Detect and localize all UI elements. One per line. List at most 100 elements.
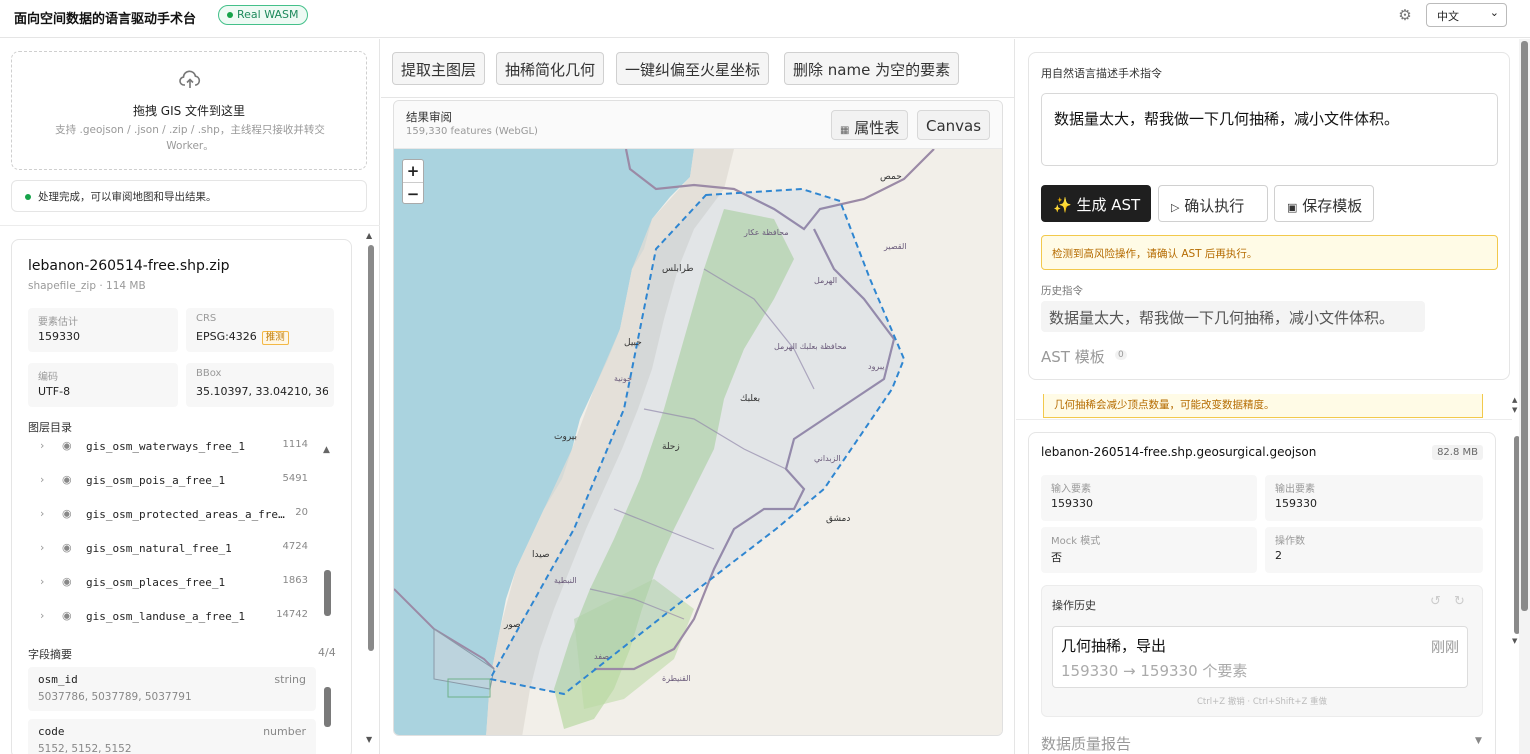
field-summary-item: osm_id string 5037786, 5037789, 5037791 [28, 667, 316, 711]
chevron-down-icon: ⌄ [1489, 6, 1499, 19]
redo-icon[interactable]: ↻ [1454, 594, 1465, 609]
table-icon: ▦ [840, 125, 850, 136]
eye-icon[interactable]: ◉ [62, 609, 72, 622]
chevron-down-icon[interactable]: ▼ [1475, 736, 1482, 746]
map-place-label: النبطية [554, 576, 577, 585]
top-bar: 面向空间数据的语言驱动手术台 Real WASM ⚙ 中文 ⌄ [0, 0, 1530, 38]
layer-row[interactable]: › ◉ gis_osm_protected_areas_a_free_1 20 [28, 504, 318, 528]
gcj02-correction-button[interactable]: 一键纠偏至火星坐标 [616, 52, 770, 85]
layer-row[interactable]: › ◉ gis_osm_waterways_free_1 1114 [28, 436, 318, 460]
map-place-label: دمشق [826, 514, 850, 524]
field-list-scrollbar[interactable] [324, 687, 331, 727]
map-place-label: القصير [883, 242, 906, 251]
divider [381, 97, 1015, 98]
fields-title: 字段摘要 [28, 648, 72, 661]
confirm-execute-button[interactable]: ▷ 确认执行 [1158, 185, 1268, 222]
app-title: 面向空间数据的语言驱动手术台 [14, 12, 197, 27]
eye-icon[interactable]: ◉ [62, 507, 72, 520]
map-place-label: زحلة [662, 442, 680, 452]
map-place-label: جونية [614, 374, 632, 383]
inferred-tag: 推测 [261, 331, 289, 345]
map-svg: طرابلس بيروت صيدا صور بعلبك زحلة جبيل دمشق حمص مح… [394, 149, 1002, 735]
map-place-label: صور [503, 620, 521, 630]
eye-icon[interactable]: ◉ [62, 439, 72, 452]
eye-icon[interactable]: ◉ [62, 541, 72, 554]
ast-template-label[interactable]: AST 模板 [1041, 346, 1105, 367]
output-file-size: 82.8 MB [1432, 445, 1483, 460]
map-place-label: صفد [594, 652, 609, 661]
layer-row[interactable]: › ◉ gis_osm_pois_a_free_1 5491 [28, 470, 318, 494]
chevron-right-icon[interactable]: › [40, 575, 44, 588]
chevron-right-icon[interactable]: › [40, 473, 44, 486]
layer-row[interactable]: › ◉ gis_osm_natural_free_1 4724 [28, 538, 318, 562]
map-place-label: الزبداني [814, 454, 841, 463]
map-place-label: القنيطرة [662, 674, 691, 683]
layers-title: 图层目录 [28, 421, 72, 434]
chevron-right-icon[interactable]: › [40, 507, 44, 520]
operation-history-title: 操作历史 [1052, 599, 1096, 612]
chevron-right-icon[interactable]: › [40, 541, 44, 554]
map-title: 结果审阅 [406, 110, 452, 124]
eye-icon[interactable]: ◉ [62, 575, 72, 588]
layer-list-scroll-up-icon[interactable]: ▲ [323, 445, 330, 455]
zoom-out-button[interactable]: − [403, 183, 423, 205]
scrollbar-thumb[interactable] [368, 245, 374, 651]
operation-history-item[interactable]: 几何抽稀，导出 刚刚 159330 → 159330 个要素 [1052, 626, 1468, 688]
zoom-control: + − [402, 159, 424, 204]
wasm-status-badge: Real WASM [218, 5, 309, 25]
output-file-name: lebanon-260514-free.shp.geosurgical.geoj… [1041, 445, 1317, 459]
result-review-card: 结果审阅 159,330 features (WebGL) ▦ 属性表 Canv… [393, 100, 1003, 736]
dropzone-title: 拖拽 GIS 文件到这里 [132, 104, 246, 118]
map-place-label: محافظة عكار [743, 228, 789, 237]
scroll-down-icon[interactable]: ▼ [1512, 637, 1517, 645]
canvas-mode-button[interactable]: Canvas [917, 110, 991, 140]
save-template-button[interactable]: ▣ 保存模板 [1274, 185, 1374, 222]
status-message: 处理完成，可以审阅地图和导出结果。 [11, 180, 367, 212]
chevron-right-icon[interactable]: › [40, 609, 44, 622]
save-icon: ▣ [1287, 201, 1298, 214]
play-icon: ▷ [1171, 201, 1180, 214]
file-dropzone[interactable]: 拖拽 GIS 文件到这里 支持 .geojson / .json / .zip … [11, 51, 367, 170]
eye-icon[interactable]: ◉ [62, 473, 72, 486]
layer-row[interactable]: › ◉ gis_osm_places_free_1 1863 [28, 572, 318, 596]
high-risk-warning: 检测到高风险操作，请确认 AST 后再执行。 [1041, 235, 1498, 270]
output-result-card: lebanon-260514-free.shp.geosurgical.geoj… [1028, 432, 1496, 754]
scroll-up-icon[interactable]: ▲ [366, 231, 372, 240]
attribute-table-button[interactable]: ▦ 属性表 [831, 110, 909, 140]
chevron-right-icon[interactable]: › [40, 439, 44, 452]
history-label: 历史指令 [1041, 285, 1083, 297]
map-place-label: بيروت [554, 432, 577, 442]
map-place-label: يبرود [868, 362, 884, 371]
map-place-label: جبيل [624, 338, 642, 348]
zoom-in-button[interactable]: + [403, 160, 423, 182]
stat-output-features: 输出要素 159330 [1265, 475, 1483, 521]
wasm-badge-label: Real WASM [237, 8, 299, 21]
gear-icon[interactable]: ⚙ [1396, 6, 1414, 24]
undo-icon[interactable]: ↺ [1430, 594, 1441, 609]
stat-mock-mode: Mock 模式 否 [1041, 527, 1257, 573]
command-panel: 用自然语言描述手术指令 数据量太大，帮我做一下几何抽稀，减小文件体积。 ✨ 生成… [1016, 39, 1530, 754]
map-place-label: صيدا [532, 550, 550, 560]
simplify-geometry-button[interactable]: 抽稀简化几何 [496, 52, 605, 85]
layer-row[interactable]: › ◉ gis_osm_landuse_a_free_1 14742 [28, 606, 318, 630]
shortcut-hint: Ctrl+Z 撤销 · Ctrl+Shift+Z 重做 [1196, 697, 1328, 707]
history-item[interactable]: 数据量太大，帮我做一下几何抽稀，减小文件体积。 [1041, 301, 1425, 332]
data-quality-report-label[interactable]: 数据质量报告 [1041, 733, 1131, 754]
success-dot-icon [25, 194, 31, 200]
map-place-label: طرابلس [662, 264, 694, 274]
fields-count: 4/4 [318, 646, 336, 659]
delete-empty-name-button[interactable]: 删除 name 为空的要素 [784, 52, 960, 85]
map-canvas[interactable]: طرابلس بيروت صيدا صور بعلبك زحلة جبيل دمشق حمص مح… [394, 149, 1002, 735]
file-info-card: lebanon-260514-free.shp.zip shapefile_zi… [11, 239, 352, 754]
page-scrollbar[interactable] [1519, 39, 1530, 754]
command-input[interactable]: 数据量太大，帮我做一下几何抽稀，减小文件体积。 [1041, 93, 1498, 166]
left-panel-scrollbar[interactable]: ▲ ▼ [366, 231, 376, 751]
generate-ast-button[interactable]: ✨ 生成 AST [1041, 185, 1151, 222]
layer-list-scrollbar[interactable] [324, 570, 331, 616]
status-text: 处理完成，可以审阅地图和导出结果。 [38, 191, 217, 203]
scroll-down-icon[interactable]: ▼ [366, 735, 372, 744]
file-name: lebanon-260514-free.shp.zip [28, 258, 230, 274]
extract-main-layer-button[interactable]: 提取主图层 [392, 52, 486, 85]
scrollbar-thumb[interactable] [1521, 41, 1528, 611]
language-select[interactable]: 中文 ⌄ [1426, 3, 1507, 27]
